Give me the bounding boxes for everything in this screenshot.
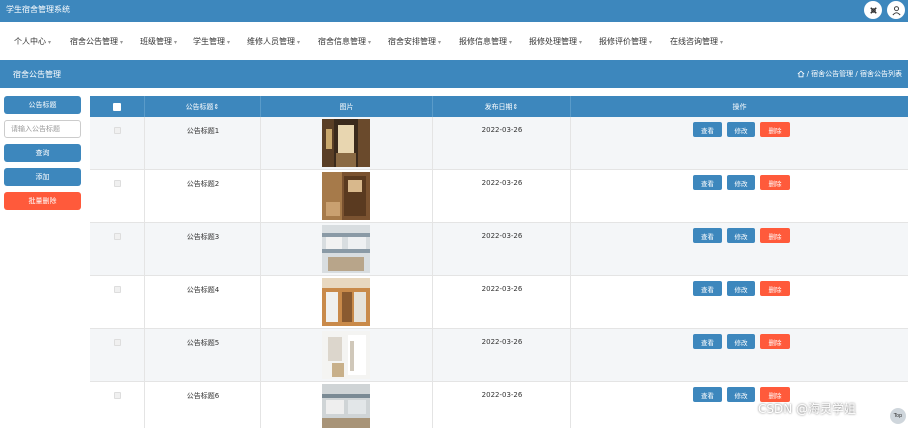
table-row: 公告标题3 2022-03-26 查看 修改 删除	[90, 223, 908, 276]
row-checkbox[interactable]	[114, 392, 121, 399]
row-checkbox[interactable]	[114, 286, 121, 293]
column-date[interactable]: 发布日期⇕	[433, 96, 571, 117]
app-title: 学生宿舍管理系统	[6, 5, 70, 14]
user-icon[interactable]	[887, 1, 905, 19]
select-all-cell	[90, 96, 145, 117]
view-button[interactable]: 查看	[693, 228, 722, 243]
menu-item-repair-handle[interactable]: 报修处理管理 ▾	[529, 36, 582, 47]
column-title[interactable]: 公告标题⇕	[145, 96, 261, 117]
filter-label: 公告标题	[4, 96, 81, 114]
menu-item-repair-review[interactable]: 报修评价管理 ▾	[599, 36, 652, 47]
menu-item-class[interactable]: 班级管理 ▾	[140, 36, 177, 47]
home-icon[interactable]	[797, 70, 805, 78]
view-button[interactable]: 查看	[693, 334, 722, 349]
page-header: 宿舍公告管理 / 宿舍公告管理 / 宿舍公告列表	[0, 60, 908, 88]
edit-button[interactable]: 修改	[727, 122, 755, 137]
table-row: 公告标题4 2022-03-26 查看 修改 删除	[90, 276, 908, 329]
delete-button[interactable]: 删除	[760, 122, 790, 137]
table-header: 公告标题⇕ 图片 发布日期⇕ 操作	[90, 96, 908, 117]
select-all-checkbox[interactable]	[113, 102, 121, 111]
view-button[interactable]: 查看	[693, 122, 722, 137]
menu-item-dorm-info[interactable]: 宿舍信息管理 ▾	[318, 36, 371, 47]
menu-item-consult[interactable]: 在线咨询管理 ▾	[670, 36, 723, 47]
breadcrumb-path[interactable]: / 宿舍公告管理 / 宿舍公告列表	[807, 69, 902, 79]
delete-button[interactable]: 删除	[760, 175, 790, 190]
column-actions: 操作	[732, 102, 747, 111]
delete-button[interactable]: 删除	[760, 281, 790, 296]
menu-item-repairman[interactable]: 维修人员管理 ▾	[247, 36, 300, 47]
row-title: 公告标题5	[186, 339, 220, 347]
chevron-down-icon: ▾	[438, 39, 442, 46]
row-title: 公告标题1	[186, 127, 220, 135]
table-row: 公告标题5 2022-03-26 查看 修改 删除	[90, 329, 908, 382]
chevron-down-icon: ▾	[649, 39, 653, 46]
notice-image	[322, 172, 370, 220]
row-date: 2022-03-26	[481, 338, 523, 346]
watermark: CSDN @海灵学姐	[758, 402, 857, 416]
row-title: 公告标题3	[186, 233, 220, 241]
menu-item-personal-center[interactable]: 个人中心 ▾	[14, 36, 51, 47]
row-date: 2022-03-26	[481, 285, 523, 293]
chevron-down-icon: ▾	[509, 39, 513, 46]
edit-button[interactable]: 修改	[727, 281, 755, 296]
chevron-down-icon: ▾	[120, 39, 124, 46]
menu-item-student[interactable]: 学生管理 ▾	[193, 36, 230, 47]
settings-icon[interactable]	[864, 1, 882, 19]
table-row: 公告标题2 2022-03-26 查看 修改 删除	[90, 170, 908, 223]
edit-button[interactable]: 修改	[727, 228, 755, 243]
chevron-down-icon: ▾	[297, 39, 301, 46]
menu-item-notice[interactable]: 宿舍公告管理 ▾	[70, 36, 123, 47]
view-button[interactable]: 查看	[693, 387, 722, 402]
row-checkbox[interactable]	[114, 233, 121, 240]
chevron-down-icon: ▾	[174, 39, 178, 46]
query-button[interactable]: 查询	[4, 144, 81, 162]
notice-image	[322, 119, 370, 167]
chevron-down-icon: ▾	[720, 39, 724, 46]
chevron-down-icon: ▾	[579, 39, 583, 46]
row-date: 2022-03-26	[481, 232, 523, 240]
row-title: 公告标题2	[186, 180, 220, 188]
view-button[interactable]: 查看	[693, 175, 722, 190]
row-date: 2022-03-26	[481, 391, 523, 399]
row-date: 2022-03-26	[481, 126, 523, 134]
chevron-down-icon: ▾	[227, 39, 231, 46]
view-button[interactable]: 查看	[693, 281, 722, 296]
notice-image	[322, 384, 370, 428]
add-button[interactable]: 添加	[4, 168, 81, 186]
notice-image	[322, 278, 370, 326]
row-title: 公告标题4	[186, 286, 220, 294]
page-title: 宿舍公告管理	[13, 70, 61, 79]
breadcrumb: / 宿舍公告管理 / 宿舍公告列表	[797, 69, 902, 79]
table-row: 公告标题1 2022-03-26 查看 修改 删除	[90, 117, 908, 170]
top-bar: 学生宿舍管理系统	[0, 0, 908, 22]
delete-button[interactable]: 删除	[760, 334, 790, 349]
chevron-down-icon: ▾	[48, 39, 52, 46]
row-checkbox[interactable]	[114, 180, 121, 187]
chevron-down-icon: ▾	[368, 39, 372, 46]
row-checkbox[interactable]	[114, 127, 121, 134]
row-title: 公告标题6	[186, 392, 220, 400]
batch-delete-button[interactable]: 批量删除	[4, 192, 81, 210]
main-menu: 个人中心 ▾ 宿舍公告管理 ▾ 班级管理 ▾ 学生管理 ▾ 维修人员管理 ▾ 宿舍信息管理…	[0, 22, 908, 60]
edit-button[interactable]: 修改	[727, 334, 755, 349]
back-to-top-button[interactable]: Top	[890, 408, 906, 424]
row-checkbox[interactable]	[114, 339, 121, 346]
delete-button[interactable]: 删除	[760, 228, 790, 243]
column-image: 图片	[261, 96, 433, 117]
menu-item-repair-info[interactable]: 报修信息管理 ▾	[459, 36, 512, 47]
notice-table: 公告标题⇕ 图片 发布日期⇕ 操作 公告标题1 2022-03-26 查看 修改…	[90, 96, 908, 428]
row-date: 2022-03-26	[481, 179, 523, 187]
search-input[interactable]	[4, 120, 81, 138]
edit-button[interactable]: 修改	[727, 175, 755, 190]
notice-image	[322, 225, 370, 273]
edit-button[interactable]: 修改	[727, 387, 755, 402]
notice-image	[322, 331, 370, 379]
menu-item-dorm-arrange[interactable]: 宿舍安排管理 ▾	[388, 36, 441, 47]
